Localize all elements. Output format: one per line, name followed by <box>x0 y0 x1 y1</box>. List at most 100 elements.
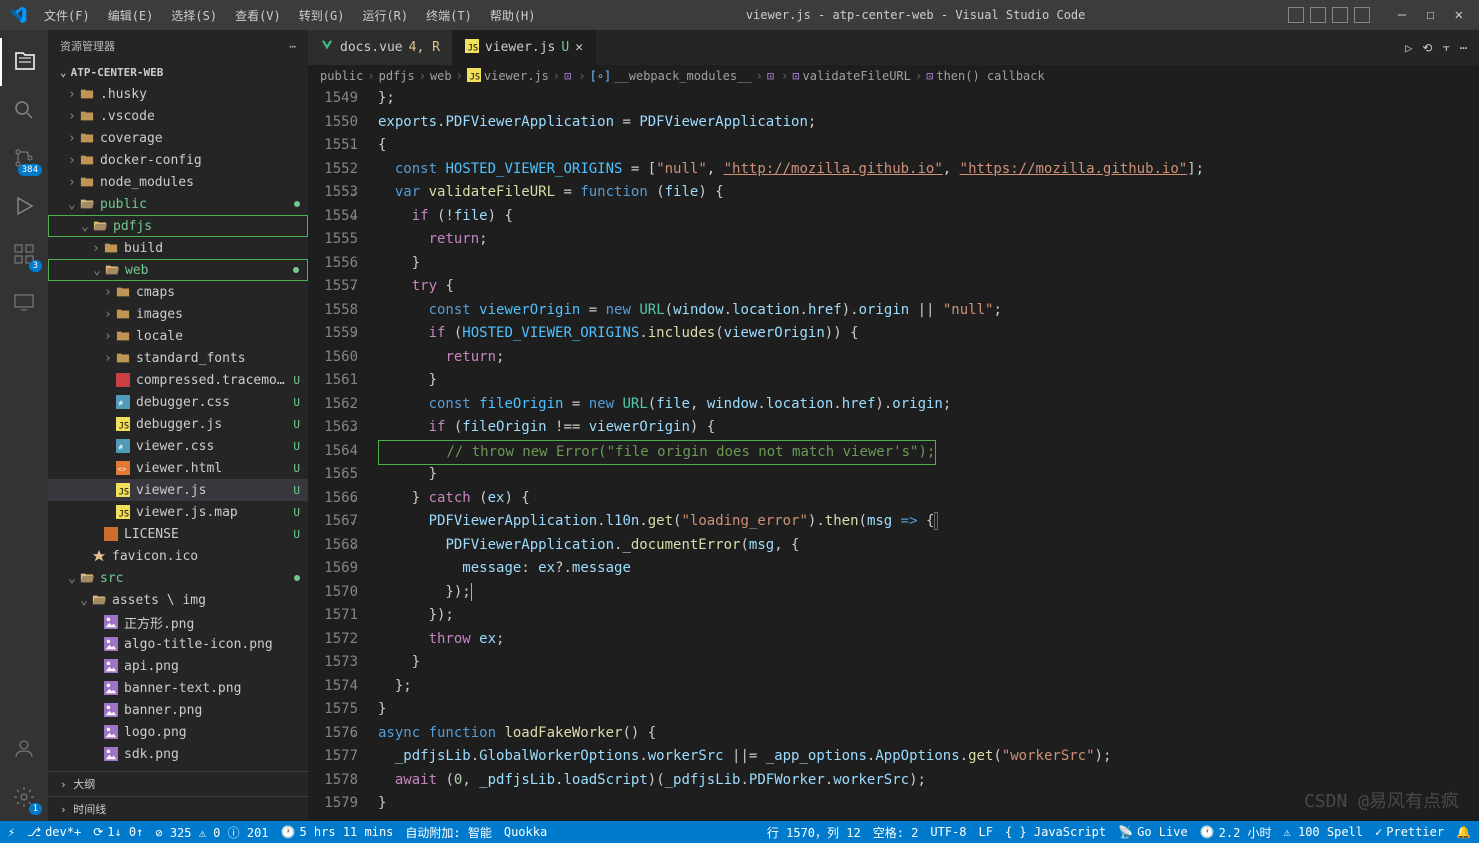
eol[interactable]: LF <box>979 825 993 839</box>
code-line[interactable]: } <box>378 369 1449 393</box>
source-control-icon[interactable]: 384 <box>0 134 48 182</box>
code-line[interactable]: var validateFileURL = function (file) { <box>378 181 1449 205</box>
prettier[interactable]: ✓ Prettier <box>1375 825 1444 839</box>
fold-icon[interactable]: ⌄ <box>350 534 356 558</box>
code-line[interactable]: await (0, _pdfjsLib.loadScript)(_pdfjsLi… <box>378 769 1449 793</box>
tree-item[interactable]: ›.husky <box>48 83 308 105</box>
menu-item[interactable]: 运行(R) <box>354 3 416 28</box>
split-editor-icon[interactable]: ⫟ <box>1442 40 1449 55</box>
tree-item[interactable]: #debugger.cssU <box>48 391 308 413</box>
breadcrumb-item[interactable]: public <box>320 69 363 83</box>
code-content[interactable]: };exports.PDFViewerApplication = PDFView… <box>378 87 1449 821</box>
breadcrumb-item[interactable]: ⊡validateFileURL <box>792 69 911 83</box>
breadcrumb-item[interactable]: ⊡ <box>564 69 574 83</box>
language-mode[interactable]: { } JavaScript <box>1005 825 1106 839</box>
tree-item[interactable]: JSviewer.jsU <box>48 479 308 501</box>
tree-item[interactable]: ›cmaps <box>48 281 308 303</box>
maximize-icon[interactable]: ☐ <box>1418 3 1442 27</box>
breadcrumb-item[interactable]: web <box>430 69 452 83</box>
wakatime[interactable]: 🕐 2.2 小时 <box>1200 824 1272 841</box>
breadcrumb[interactable]: public›pdfjs›web›JSviewer.js›⊡›[∘]__webp… <box>308 65 1479 87</box>
close-icon[interactable]: ✕ <box>1447 3 1471 27</box>
outline-section[interactable]: › 大纲 <box>48 771 308 796</box>
project-header[interactable]: ⌄ ATP-CENTER-WEB <box>48 62 308 83</box>
tree-item[interactable]: ⌄src <box>48 567 308 589</box>
code-line[interactable]: exports.PDFViewerApplication = PDFViewer… <box>378 111 1449 135</box>
layout-panel-bottom-icon[interactable] <box>1310 7 1326 23</box>
code-line[interactable]: message: ex?.message <box>378 557 1449 581</box>
code-line[interactable]: }; <box>378 87 1449 111</box>
code-line[interactable]: // throw new Error("file origin does not… <box>378 440 1449 464</box>
breadcrumb-item[interactable]: ⊡ <box>767 69 777 83</box>
timeline-section[interactable]: › 时间线 <box>48 796 308 821</box>
tree-item[interactable]: ›images <box>48 303 308 325</box>
problems[interactable]: ⊘ 325 ⚠ 0 ⓘ 201 <box>155 824 268 841</box>
tree-item[interactable]: ›coverage <box>48 127 308 149</box>
code-line[interactable]: } <box>378 252 1449 276</box>
tree-item[interactable]: LICENSEU <box>48 523 308 545</box>
code-line[interactable]: return; <box>378 346 1449 370</box>
tree-item[interactable]: 正方形.png <box>48 611 308 633</box>
breadcrumb-item[interactable]: [∘]__webpack_modules__ <box>590 69 752 83</box>
tree-item[interactable]: banner.png <box>48 699 308 721</box>
layout-panel-right-icon[interactable] <box>1332 7 1348 23</box>
menu-item[interactable]: 终端(T) <box>418 3 480 28</box>
menu-item[interactable]: 选择(S) <box>163 3 225 28</box>
auto-attach[interactable]: 自动附加: 智能 <box>405 824 491 841</box>
breadcrumb-item[interactable]: pdfjs <box>379 69 415 83</box>
cursor-position[interactable]: 行 1570，列 12 <box>767 824 861 841</box>
more-icon[interactable]: ⋯ <box>1460 41 1467 55</box>
code-line[interactable]: PDFViewerApplication.l10n.get("loading_e… <box>378 510 1449 534</box>
search-icon[interactable] <box>0 86 48 134</box>
tree-item[interactable]: ›build <box>48 237 308 259</box>
minimap[interactable] <box>1449 87 1479 821</box>
fold-icon[interactable]: ⌄ <box>350 181 356 205</box>
more-actions-icon[interactable]: ⋯ <box>289 40 296 53</box>
code-line[interactable]: throw ex; <box>378 628 1449 652</box>
close-tab-icon[interactable]: ✕ <box>575 40 583 55</box>
tree-item[interactable]: ⌄assets \ img <box>48 589 308 611</box>
go-live[interactable]: 📡 Go Live <box>1118 825 1188 839</box>
tree-item[interactable]: ⌄web <box>48 259 308 281</box>
time-tracker[interactable]: 🕐 5 hrs 11 mins <box>281 825 394 839</box>
tree-item[interactable]: favicon.ico <box>48 545 308 567</box>
code-editor[interactable]: 154915501551⌄15521553⌄1554⌄155515561557⌄… <box>308 87 1479 821</box>
fold-icon[interactable]: ⌄ <box>350 205 356 229</box>
file-tree[interactable]: ›.husky›.vscode›coverage›docker-config›n… <box>48 83 308 771</box>
layout-panel-left-icon[interactable] <box>1288 7 1304 23</box>
code-line[interactable]: const viewerOrigin = new URL(window.loca… <box>378 299 1449 323</box>
tree-item[interactable]: ›node_modules <box>48 171 308 193</box>
menu-item[interactable]: 编辑(E) <box>100 3 162 28</box>
code-line[interactable]: const HOSTED_VIEWER_ORIGINS = ["null", "… <box>378 158 1449 182</box>
diff-icon[interactable]: ⟲ <box>1422 41 1432 55</box>
remote-indicator[interactable]: ⚡ <box>8 825 15 839</box>
breadcrumb-item[interactable]: ⊡then() callback <box>926 69 1045 83</box>
fold-icon[interactable]: ⌄ <box>350 487 356 511</box>
spell-check[interactable]: ⚠ 100 Spell <box>1284 825 1363 839</box>
encoding[interactable]: UTF-8 <box>930 825 966 839</box>
code-line[interactable]: async function loadFakeWorker() { <box>378 722 1449 746</box>
tree-item[interactable]: #viewer.cssU <box>48 435 308 457</box>
code-line[interactable]: return; <box>378 228 1449 252</box>
git-sync[interactable]: ⟳ 1↓ 0↑ <box>93 825 143 839</box>
code-line[interactable]: }); <box>378 581 1449 605</box>
fold-icon[interactable]: ⌄ <box>350 322 356 346</box>
fold-icon[interactable]: ⌄ <box>350 722 356 746</box>
tree-item[interactable]: ›.vscode <box>48 105 308 127</box>
tree-item[interactable]: <>viewer.htmlU <box>48 457 308 479</box>
editor-tab[interactable]: JSviewer.jsU✕ <box>453 30 596 65</box>
code-line[interactable]: if (HOSTED_VIEWER_ORIGINS.includes(viewe… <box>378 322 1449 346</box>
code-line[interactable]: } <box>378 792 1449 816</box>
code-line[interactable]: } catch (ex) { <box>378 487 1449 511</box>
tree-item[interactable]: ›docker-config <box>48 149 308 171</box>
remote-icon[interactable] <box>0 278 48 326</box>
tree-item[interactable]: compressed.tracemonkey...U <box>48 369 308 391</box>
layout-customize-icon[interactable] <box>1354 7 1370 23</box>
extensions-icon[interactable]: 3 <box>0 230 48 278</box>
tree-item[interactable]: api.png <box>48 655 308 677</box>
code-line[interactable]: try { <box>378 275 1449 299</box>
explorer-icon[interactable] <box>0 38 48 86</box>
indentation[interactable]: 空格: 2 <box>873 824 919 841</box>
tree-item[interactable]: ›locale <box>48 325 308 347</box>
settings-gear-icon[interactable]: 1 <box>0 773 48 821</box>
